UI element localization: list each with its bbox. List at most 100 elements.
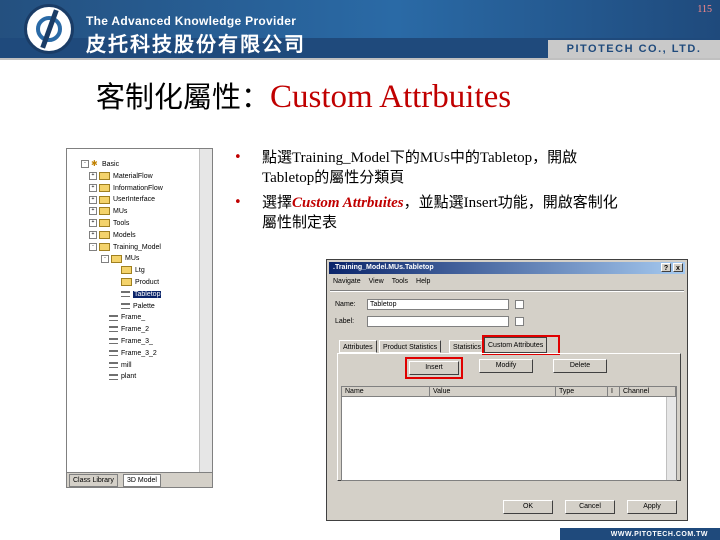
tree-node[interactable]: - ✱ Basic — [71, 159, 163, 171]
tab-attributes[interactable]: Attributes — [339, 340, 377, 353]
tree-node-selected[interactable]: Tabletop — [71, 289, 163, 301]
collapse-icon[interactable]: - — [101, 254, 109, 263]
collapse-icon[interactable]: - — [89, 242, 97, 251]
tree-node-label: MUs — [113, 208, 128, 216]
tree-node[interactable]: + UserInterface — [71, 194, 163, 206]
tree-node-label: UserInterface — [113, 196, 156, 204]
bullet-dot-icon: • — [234, 195, 242, 210]
bullet-text: 選擇 — [262, 193, 293, 211]
expand-icon[interactable]: + — [89, 207, 97, 216]
expand-icon[interactable]: + — [89, 219, 97, 228]
expand-icon[interactable]: + — [89, 230, 97, 239]
tree-node[interactable]: Product — [71, 277, 163, 289]
header-banner: The Advanced Knowledge Provider 皮托科技股份有限… — [0, 0, 720, 58]
bullet-text: Training_Model — [292, 150, 390, 166]
bullet-emphasis: Custom Attrbuites — [292, 195, 404, 211]
column-header-value[interactable]: Value — [430, 387, 556, 397]
bullet-text: Tabletop — [479, 150, 533, 166]
tree-node[interactable]: + InformationFlow — [71, 183, 163, 195]
bullet-dot-icon: • — [234, 150, 242, 165]
menu-view[interactable]: View — [369, 278, 384, 285]
bullet-text: Insert — [463, 195, 498, 211]
slide-title: 客制化屬性：Custom Attrbuites — [96, 74, 511, 116]
company-name-zh: 皮托科技股份有限公司 — [86, 32, 306, 56]
expand-icon[interactable]: + — [89, 183, 97, 192]
column-header-type[interactable]: Type — [556, 387, 608, 397]
frame-icon — [109, 326, 118, 333]
tree-node[interactable]: Frame_3_2 — [71, 348, 163, 360]
tree-node-label: Tools — [113, 219, 130, 227]
mu-icon — [121, 302, 130, 309]
folder-icon — [99, 242, 110, 251]
tree-node[interactable]: Palette — [71, 301, 163, 313]
tree-node[interactable]: - Training_Model — [71, 242, 163, 254]
bullet-list: • 點選Training_Model下的MUs中的Tabletop，開啟 Tab… — [232, 148, 692, 237]
bullet-text: MUs — [419, 150, 450, 166]
bullet-text: 功能，開啟客制化 — [497, 193, 618, 211]
tab-product-statistics[interactable]: Product Statistics — [379, 340, 442, 353]
tree-node[interactable]: Frame_3_ — [71, 336, 163, 348]
tree-node[interactable]: - MUs — [71, 253, 163, 265]
folder-icon — [111, 254, 122, 263]
tab-3d-model[interactable]: 3D Model — [123, 474, 161, 487]
help-button[interactable]: ? — [661, 263, 671, 272]
page-number: 115 — [697, 4, 712, 15]
bullet-text: ，開啟 — [532, 148, 578, 166]
tree-node[interactable]: + Models — [71, 230, 163, 242]
bullet-text: ，並點選 — [403, 193, 464, 211]
column-header-name[interactable]: Name — [342, 387, 430, 397]
tab-statistics[interactable]: Statistics — [449, 340, 486, 353]
label-label: Label: — [335, 318, 355, 325]
tree-node-label: MUs — [125, 255, 140, 263]
collapse-icon[interactable]: - — [81, 160, 89, 169]
close-button[interactable]: x — [673, 263, 683, 272]
tree-node-label: Tabletop — [133, 290, 162, 298]
bullet-text: 下的 — [389, 148, 420, 166]
name-inherit-checkbox[interactable] — [515, 300, 524, 309]
tree-node[interactable]: + MaterialFlow — [71, 171, 163, 183]
folder-icon — [99, 195, 110, 204]
tree-node[interactable]: + Tools — [71, 218, 163, 230]
label-field[interactable] — [367, 316, 509, 327]
column-header-inherited[interactable]: I — [608, 387, 620, 397]
modify-button[interactable]: Modify — [479, 359, 533, 373]
tree-node[interactable]: mill — [71, 360, 163, 372]
tree-node-label: Frame_2 — [121, 326, 150, 334]
tab-class-library[interactable]: Class Library — [69, 474, 118, 487]
expand-icon[interactable]: + — [89, 195, 97, 204]
dialog-title: .Training_Model.MUs.Tabletop — [333, 264, 434, 271]
bullet-text: 的屬性分類頁 — [314, 168, 405, 186]
tree-node-label: plant — [121, 373, 137, 381]
name-field[interactable]: Tabletop — [367, 299, 509, 310]
frame-icon — [109, 314, 118, 321]
delete-button[interactable]: Delete — [553, 359, 607, 373]
bullet-text: Tabletop — [262, 170, 315, 186]
label-inherit-checkbox[interactable] — [515, 317, 524, 326]
tree-node[interactable]: Ltg — [71, 265, 163, 277]
table-scrollbar[interactable] — [666, 397, 676, 480]
column-header-channel[interactable]: Channel — [620, 387, 676, 397]
tree-scrollbar[interactable] — [199, 149, 212, 475]
menu-navigate[interactable]: Navigate — [333, 278, 361, 285]
menu-tools[interactable]: Tools — [392, 278, 408, 285]
tree-tab-bar: Class Library 3D Model — [67, 472, 212, 487]
menu-help[interactable]: Help — [416, 278, 430, 285]
class-library-tree: - ✱ Basic + MaterialFlow + InformationFlow +… — [71, 159, 163, 383]
tree-node[interactable]: Frame_ — [71, 312, 163, 324]
tree-node[interactable]: plant — [71, 371, 163, 383]
tree-node-label: Training_Model — [113, 243, 161, 251]
ok-button[interactable]: OK — [503, 500, 553, 514]
tree-node[interactable]: Frame_2 — [71, 324, 163, 336]
expand-icon[interactable]: + — [89, 171, 97, 180]
cancel-button[interactable]: Cancel — [565, 500, 615, 514]
dialog-titlebar[interactable]: .Training_Model.MUs.Tabletop ? x — [329, 262, 685, 274]
folder-icon — [99, 219, 110, 228]
custom-attributes-table: Name Value Type I Channel — [341, 386, 677, 481]
tree-node-label: Ltg — [135, 267, 145, 275]
root-icon: ✱ — [91, 159, 98, 169]
tree-node[interactable]: + MUs — [71, 206, 163, 218]
name-label: Name: — [335, 301, 356, 308]
slide-title-zh: 客制化屬性： — [96, 80, 271, 114]
apply-button[interactable]: Apply — [627, 500, 677, 514]
bullet-text: 點選 — [262, 148, 293, 166]
